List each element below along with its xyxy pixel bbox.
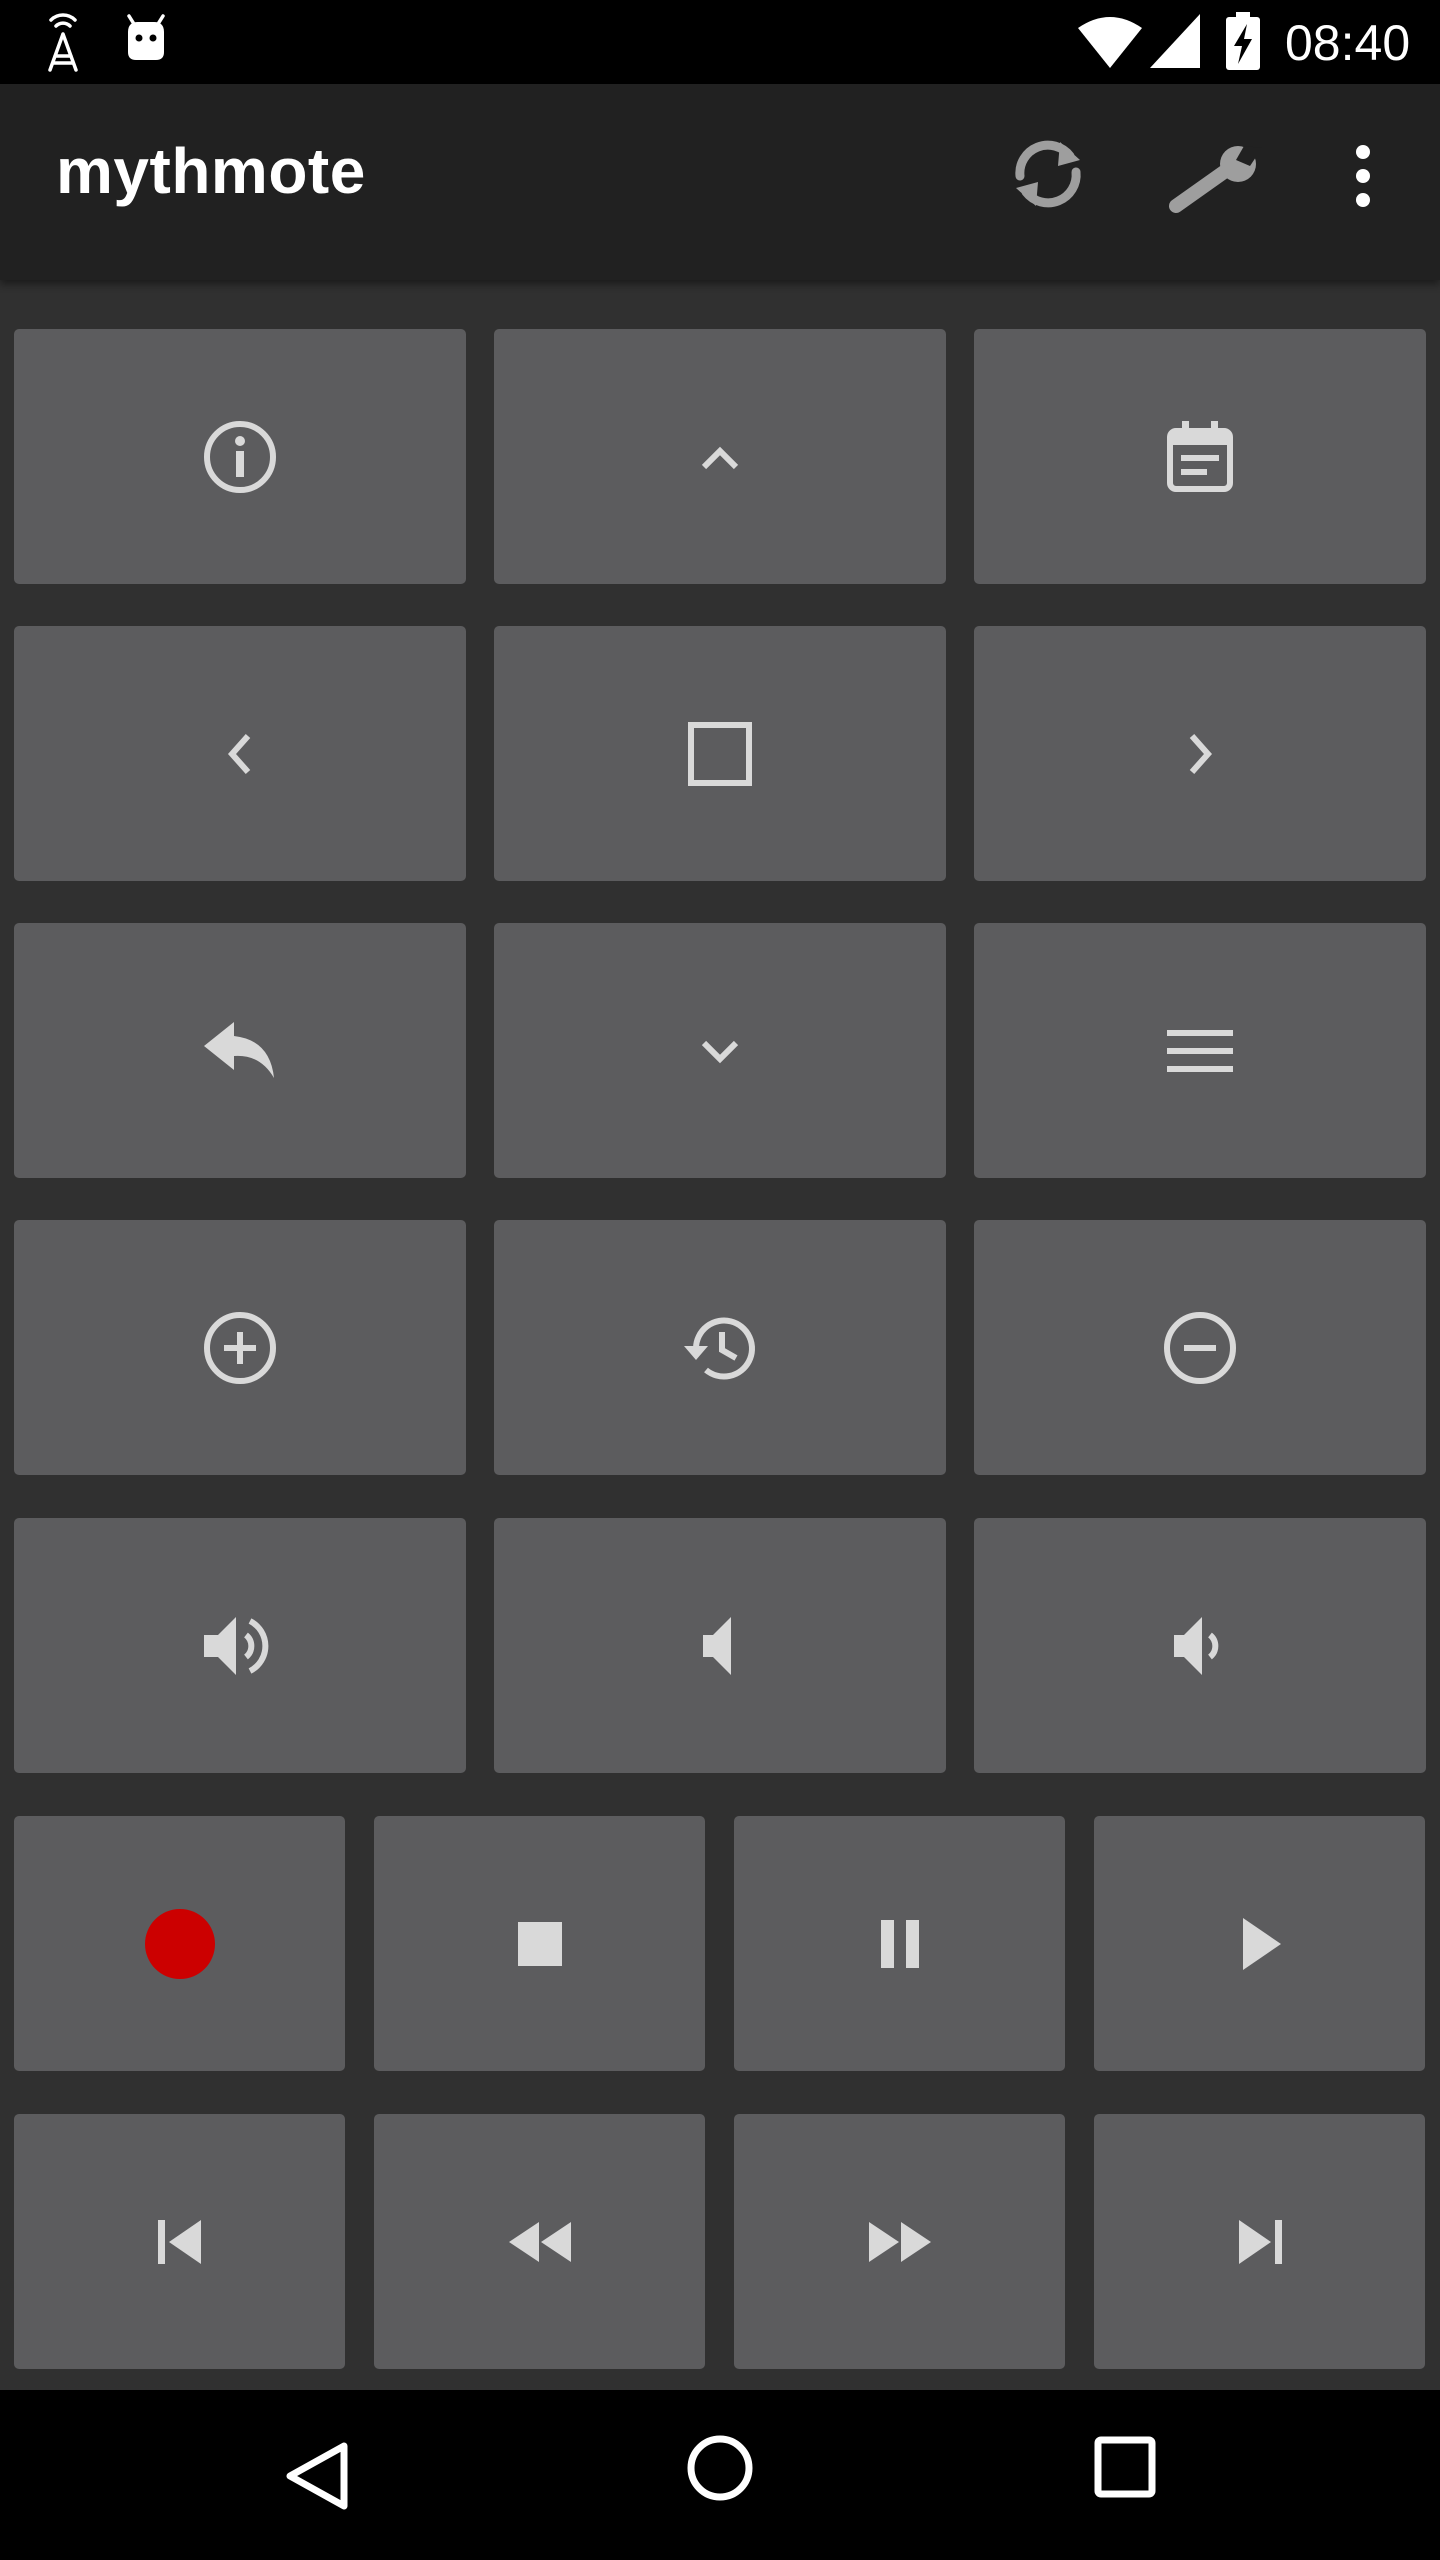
right-button[interactable] — [974, 626, 1426, 881]
rewind-button[interactable] — [374, 2114, 705, 2369]
clock: 08:40 — [1285, 15, 1411, 71]
back-icon[interactable] — [282, 2440, 352, 2512]
cell-signal-icon — [1150, 14, 1200, 68]
back-button[interactable] — [14, 923, 466, 1178]
skip-previous-button[interactable] — [14, 2114, 345, 2369]
menu-icon — [1167, 1029, 1233, 1072]
down-button[interactable] — [494, 923, 946, 1178]
stop-icon — [517, 1921, 562, 1966]
back-reply-icon — [204, 1021, 274, 1078]
skip-next-icon — [1238, 2219, 1282, 2264]
recent-button[interactable] — [494, 1220, 946, 1475]
play-icon — [1242, 1917, 1281, 1970]
channel-up-button[interactable] — [14, 1220, 466, 1475]
android-debug-icon — [127, 14, 165, 60]
arrow-down-icon — [701, 1040, 739, 1063]
channel-down-button[interactable] — [974, 1220, 1426, 1475]
guide-calendar-icon — [1167, 420, 1233, 492]
app-title: mythmote — [56, 135, 366, 207]
remote-panel — [0, 280, 1440, 2390]
wifi-icon — [1078, 17, 1142, 68]
pause-button[interactable] — [734, 1816, 1065, 2071]
arrow-up-icon — [701, 446, 739, 469]
record-button[interactable] — [14, 1816, 345, 2071]
channel-down-minus-icon — [1164, 1311, 1236, 1384]
left-button[interactable] — [14, 626, 466, 881]
more-vert-icon[interactable] — [1350, 144, 1376, 208]
volume-down-button[interactable] — [974, 1518, 1426, 1773]
battery-charging-icon — [1226, 12, 1260, 70]
app-bar: mythmote — [0, 84, 1440, 280]
volume-up-icon — [204, 1616, 269, 1675]
guide-button[interactable] — [974, 329, 1426, 584]
channel-up-plus-icon — [204, 1311, 276, 1384]
skip-next-button[interactable] — [1094, 2114, 1425, 2369]
arrow-right-icon — [1189, 733, 1213, 774]
recent-history-icon — [684, 1317, 755, 1379]
refresh-icon[interactable] — [1006, 132, 1090, 216]
skip-previous-icon — [157, 2219, 201, 2264]
mute-button[interactable] — [494, 1518, 946, 1773]
volume-up-button[interactable] — [14, 1518, 466, 1773]
signal-tower-icon — [48, 13, 78, 72]
recents-icon[interactable] — [1094, 2436, 1156, 2498]
volume-down-icon — [1174, 1616, 1219, 1675]
fast-forward-button[interactable] — [734, 2114, 1065, 2369]
arrow-left-icon — [227, 733, 251, 774]
menu-button[interactable] — [974, 923, 1426, 1178]
status-bar: 08:40 — [0, 0, 1440, 84]
mute-icon — [703, 1616, 731, 1675]
info-icon — [204, 420, 276, 493]
wrench-icon[interactable] — [1166, 146, 1266, 218]
play-button[interactable] — [1094, 1816, 1425, 2071]
home-icon[interactable] — [686, 2434, 754, 2502]
pause-icon — [880, 1919, 919, 1968]
fast-forward-icon — [868, 2221, 931, 2262]
record-icon — [144, 1908, 215, 1979]
select-button[interactable] — [494, 626, 946, 881]
select-square-icon — [688, 721, 752, 786]
up-button[interactable] — [494, 329, 946, 584]
rewind-icon — [508, 2221, 571, 2262]
stop-button[interactable] — [374, 1816, 705, 2071]
navigation-bar — [0, 2390, 1440, 2560]
info-button[interactable] — [14, 329, 466, 584]
